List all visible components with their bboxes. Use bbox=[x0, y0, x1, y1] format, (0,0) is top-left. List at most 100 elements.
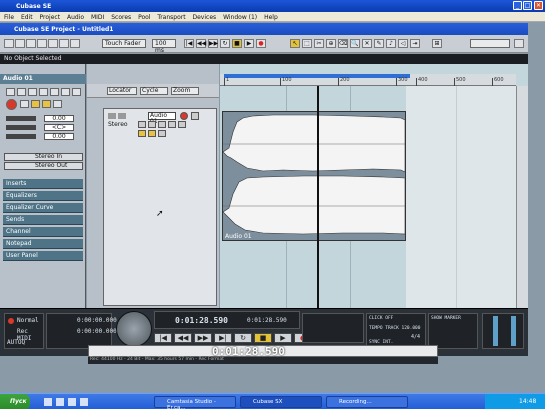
record-mode-label[interactable]: Normal bbox=[17, 317, 39, 324]
volume-field[interactable]: 0.00 bbox=[44, 115, 74, 122]
menu-transport[interactable]: Transport bbox=[157, 14, 185, 21]
transport-play-icon[interactable]: ▶ bbox=[274, 333, 292, 343]
menu-window[interactable]: Window (1) bbox=[223, 14, 257, 21]
task-recording[interactable]: Recording... bbox=[326, 396, 408, 408]
left-locator-time[interactable]: 0:00:00.000 bbox=[77, 317, 117, 324]
track-mute-icon[interactable] bbox=[108, 113, 116, 119]
monitor-icon[interactable] bbox=[20, 100, 29, 108]
track-e-icon[interactable] bbox=[178, 121, 186, 128]
channel-settings-icon[interactable] bbox=[53, 100, 62, 108]
mute-tool-icon[interactable]: ✕ bbox=[362, 39, 372, 48]
pan-field[interactable]: <C> bbox=[44, 124, 74, 131]
zoom-select[interactable]: Zoom bbox=[171, 87, 199, 95]
rewind-icon[interactable]: ◀◀ bbox=[196, 39, 206, 48]
menu-edit[interactable]: Edit bbox=[21, 14, 33, 21]
project-cursor[interactable] bbox=[317, 86, 319, 308]
locator-select[interactable]: Locator bbox=[107, 87, 137, 95]
menu-scores[interactable]: Scores bbox=[111, 14, 131, 21]
task-camtasia[interactable]: Camtasia Studio - Er.ca... bbox=[154, 396, 236, 409]
secondary-time-display[interactable]: 0:01:28.590 bbox=[247, 317, 287, 324]
section-user-panel[interactable]: User Panel bbox=[3, 251, 83, 261]
delay-field[interactable]: 0.00 bbox=[44, 133, 74, 140]
show-marker-label[interactable]: SHOW MARKER bbox=[431, 316, 461, 321]
cycle-select[interactable]: Cycle bbox=[140, 87, 168, 95]
inspector-freeze-icon[interactable] bbox=[61, 88, 70, 96]
inspector-solo-icon[interactable] bbox=[17, 88, 26, 96]
time-signature[interactable]: 4/4 bbox=[411, 334, 420, 340]
auto-quantize-label[interactable]: AUTOQ bbox=[7, 339, 25, 346]
track-name-field[interactable]: Audio 01 bbox=[148, 112, 176, 125]
section-notepad[interactable]: Notepad bbox=[3, 239, 83, 249]
start-button[interactable]: Пуск bbox=[0, 394, 30, 409]
track-w-icon[interactable] bbox=[168, 121, 176, 128]
overview-icon[interactable] bbox=[48, 39, 58, 48]
transport-rewind-icon[interactable]: ◀◀ bbox=[174, 333, 192, 343]
draw-tool-icon[interactable]: ✎ bbox=[374, 39, 384, 48]
quantize-select[interactable] bbox=[470, 39, 510, 48]
section-sends[interactable]: Sends bbox=[3, 215, 83, 225]
transport-cycle-icon[interactable]: ↻ bbox=[234, 333, 252, 343]
transport-start-icon[interactable]: |◀ bbox=[154, 333, 172, 343]
go-to-start-icon[interactable]: |◀ bbox=[184, 39, 194, 48]
section-equalizers[interactable]: Equalizers bbox=[3, 191, 83, 201]
menu-pool[interactable]: Pool bbox=[138, 14, 150, 21]
vertical-scrollbar[interactable] bbox=[516, 86, 528, 308]
glue-tool-icon[interactable]: ⊕ bbox=[326, 39, 336, 48]
pool-icon[interactable] bbox=[59, 39, 69, 48]
input-routing-select[interactable]: Stereo In bbox=[4, 153, 83, 161]
play-tool-icon[interactable]: ♪ bbox=[386, 39, 396, 48]
automation-mode-select[interactable]: Touch Fader bbox=[102, 39, 146, 48]
track-record-icon[interactable] bbox=[180, 112, 188, 120]
track-r-icon[interactable] bbox=[158, 121, 166, 128]
quicklaunch-icon[interactable] bbox=[44, 398, 52, 406]
transport-end-icon[interactable]: ▶| bbox=[214, 333, 232, 343]
inspector-mute-icon[interactable] bbox=[6, 88, 15, 96]
jog-wheel-icon[interactable] bbox=[116, 311, 152, 347]
menu-devices[interactable]: Devices bbox=[193, 14, 217, 21]
inspector-lock-icon[interactable] bbox=[72, 88, 81, 96]
track-lock-icon[interactable] bbox=[158, 130, 166, 137]
menu-project[interactable]: Project bbox=[40, 14, 61, 21]
read-automation-icon[interactable] bbox=[31, 100, 40, 108]
transport-stop-icon[interactable]: ■ bbox=[254, 333, 272, 343]
track-write-icon[interactable] bbox=[148, 130, 156, 137]
menu-audio[interactable]: Audio bbox=[67, 14, 84, 21]
scrub-tool-icon[interactable]: ◁ bbox=[398, 39, 408, 48]
record-icon[interactable]: ● bbox=[256, 39, 266, 48]
track-monitor-icon[interactable] bbox=[191, 112, 199, 120]
section-inserts[interactable]: Inserts bbox=[3, 179, 83, 189]
tempo-setting[interactable]: TEMPO TRACK 120.000 bbox=[369, 326, 425, 331]
volume-fader-icon[interactable] bbox=[6, 116, 36, 121]
record-enable-icon[interactable] bbox=[6, 99, 17, 110]
cycle-icon[interactable]: ↻ bbox=[220, 39, 230, 48]
inspector-toggle-icon[interactable] bbox=[26, 39, 36, 48]
minimize-button[interactable]: _ bbox=[513, 1, 522, 10]
quicklaunch-icon[interactable] bbox=[80, 398, 88, 406]
inspector-track-header[interactable]: Audio 01 bbox=[0, 74, 86, 84]
fast-forward-icon[interactable]: ▶▶ bbox=[208, 39, 218, 48]
autoscroll-icon[interactable]: ⇥ bbox=[410, 39, 420, 48]
colorize-icon[interactable] bbox=[514, 39, 524, 48]
section-channel[interactable]: Channel bbox=[3, 227, 83, 237]
info-line-icon[interactable] bbox=[37, 39, 47, 48]
solo-toggle-icon[interactable] bbox=[15, 39, 25, 48]
mute-toggle-icon[interactable] bbox=[4, 39, 14, 48]
menu-help[interactable]: Help bbox=[264, 14, 278, 21]
snap-value-select[interactable]: 100 ms bbox=[152, 39, 176, 54]
section-equalizer-curve[interactable]: Equalizer Curve bbox=[3, 203, 83, 213]
write-automation-icon[interactable] bbox=[42, 100, 51, 108]
delay-fader-icon[interactable] bbox=[6, 134, 36, 139]
timeline-ruler[interactable]: 1 100 200 300 400 500 600 bbox=[220, 74, 516, 86]
range-selection-tool-icon[interactable]: ⬚ bbox=[302, 39, 312, 48]
snap-toggle-icon[interactable]: ⊞ bbox=[432, 39, 442, 48]
close-button[interactable]: ✕ bbox=[534, 1, 543, 10]
mixer-icon[interactable] bbox=[70, 39, 80, 48]
track-read-icon[interactable] bbox=[138, 130, 146, 137]
inspector-write-icon[interactable] bbox=[39, 88, 48, 96]
primary-time-display[interactable]: 0:01:28.590 bbox=[175, 316, 228, 325]
pan-fader-icon[interactable] bbox=[6, 125, 36, 130]
inspector-read-icon[interactable] bbox=[28, 88, 37, 96]
locator-range-bar[interactable] bbox=[224, 74, 410, 78]
stop-icon[interactable]: ■ bbox=[232, 39, 242, 48]
object-selection-tool-icon[interactable]: ↖ bbox=[290, 39, 300, 48]
